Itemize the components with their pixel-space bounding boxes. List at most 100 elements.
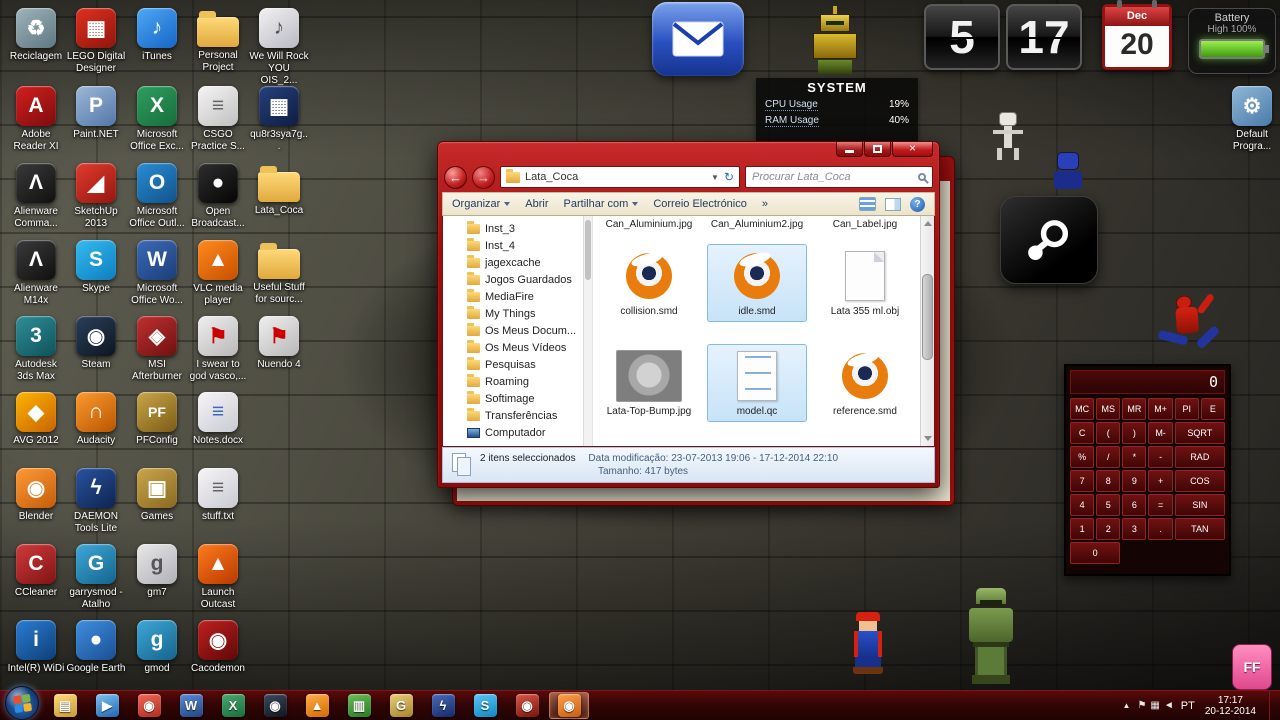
calc-button-0[interactable]: 0 [1070,542,1121,564]
steam-gadget[interactable] [1000,196,1098,284]
desktop-icon-reciclagem[interactable]: ♻ Reciclagem [6,8,66,63]
calc-button-item[interactable]: * [1122,446,1147,468]
desktop-icon-qu8r3sya7g[interactable]: ▦ qu8r3sya7g... [249,86,309,153]
file-collision-smd[interactable]: collision.smd [599,244,699,322]
desktop-icon-nuendo-4[interactable]: ⚑ Nuendo 4 [249,316,309,371]
calc-button-item[interactable]: ) [1122,422,1147,444]
action-center-icon[interactable]: ⚑ [1137,700,1146,711]
sidebar-item-transfer-ncias[interactable]: Transferências [443,407,592,424]
scroll-up-icon[interactable] [924,221,932,226]
calc-button-item[interactable]: - [1148,446,1173,468]
show-hidden-icons-button[interactable]: ▲ [1123,701,1131,710]
taskbar-icon-word[interactable]: W [171,692,211,719]
desktop-icon-google-earth[interactable]: ● Google Earth [66,620,126,675]
desktop-icon-pfconfig[interactable]: PF PFConfig [127,392,187,447]
show-desktop-button[interactable] [1269,690,1280,720]
desktop-icon-default-progra[interactable]: ⚙ Default Progra... [1222,86,1280,153]
desktop-icon-open-broadcast[interactable]: ● Open Broadcast... [188,163,248,230]
calc-button-cos[interactable]: COS [1174,470,1225,492]
desktop-icon-useful-stuff-for-sourc[interactable]: Useful Stuff for sourc... [249,240,309,306]
calc-button-sin[interactable]: SIN [1174,494,1225,516]
calc-button-item[interactable]: ( [1096,422,1121,444]
desktop-icon-skype[interactable]: S Skype [66,240,126,295]
desktop-icon-games[interactable]: ▣ Games [127,468,187,523]
calc-button-6[interactable]: 6 [1122,494,1147,516]
calc-button-ms[interactable]: MS [1096,398,1121,420]
tray-clock[interactable]: 17:17 20-12-2014 [1202,695,1259,717]
address-dropdown-icon[interactable]: ▼ [711,173,719,182]
desktop-icon-garrysmod-atalho[interactable]: Ggarrysmod - Atalho [66,544,126,611]
network-icon[interactable]: ▦ [1150,700,1159,711]
desktop-icon-steam[interactable]: ◉ Steam [66,316,126,371]
address-bar[interactable]: Lata_Coca ▼ ↻ [500,166,740,188]
desktop-icon-microsoft-office-wo[interactable]: W Microsoft Office Wo... [127,240,187,307]
desktop-icon-vlc-media-player[interactable]: ▲ VLC media player [188,240,248,307]
calc-button-8[interactable]: 8 [1096,470,1121,492]
desktop-icon-alienware-comma[interactable]: Λ Alienware Comma... [6,163,66,230]
window-titlebar[interactable]: × [442,142,935,162]
calc-button-sqrt[interactable]: SQRT [1174,422,1225,444]
file-can-label-jpg[interactable]: Can_Label.jpg [815,216,915,242]
calc-button-3[interactable]: 3 [1122,518,1147,540]
calc-button-9[interactable]: 9 [1122,470,1147,492]
calc-button-rad[interactable]: RAD [1174,446,1225,468]
desktop-icon-audacity[interactable]: ∩ Audacity [66,392,126,447]
refresh-icon[interactable]: ↻ [724,170,734,184]
desktop-icon-gmod[interactable]: g gmod [127,620,187,675]
desktop-icon-personal-project[interactable]: Personal Project [188,8,248,74]
calc-button-item[interactable]: % [1070,446,1095,468]
calc-button-item[interactable]: / [1096,446,1121,468]
maximize-button[interactable] [864,142,891,157]
scrollbar-thumb[interactable] [922,274,933,360]
taskbar-icon-chrome[interactable]: ◉ [129,692,169,719]
file-lata-355-ml-obj[interactable]: Lata 355 ml.obj [815,244,915,322]
desktop-icon-alienware-m14x[interactable]: Λ Alienware M14x [6,240,66,307]
file-can-aluminium2-jpg[interactable]: Can_Aluminium2.jpg [707,216,807,242]
desktop-icon-ccleaner[interactable]: C CCleaner [6,544,66,599]
desktop-icon-avg-2012[interactable]: ◆ AVG 2012 [6,392,66,447]
calc-button-pi[interactable]: PI [1174,398,1199,420]
desktop-icon-intel-r-widi[interactable]: i Intel(R) WiDi [6,620,66,675]
calc-button-1[interactable]: 1 [1070,518,1095,540]
organizar-menu[interactable]: Organizar [452,198,511,210]
desktop-icon-notes-docx[interactable]: ≡ Notes.docx [188,392,248,447]
volume-icon[interactable]: ◄ [1164,700,1174,711]
sidebar-scrollbar[interactable] [583,216,592,446]
calc-button-c[interactable]: C [1070,422,1095,444]
calc-button-item[interactable]: . [1148,518,1173,540]
calc-button-5[interactable]: 5 [1096,494,1121,516]
calc-button-7[interactable]: 7 [1070,470,1095,492]
calc-button-mc[interactable]: MC [1070,398,1095,420]
sidebar-item-jogos-guardados[interactable]: Jogos Guardados [443,271,592,288]
taskbar-icon-fraps[interactable]: ▥ [339,692,379,719]
sidebar-item-inst-4[interactable]: Inst_4 [443,237,592,254]
desktop-icon-autodesk-3ds-max[interactable]: 3 Autodesk 3ds Max [6,316,66,383]
desktop-icon-microsoft-office-outl[interactable]: O Microsoft Office Outl... [127,163,187,230]
sidebar-item-my-things[interactable]: My Things [443,305,592,322]
taskbar-icon-windows-media-player[interactable]: ▶ [87,692,127,719]
toolbar-overflow-button[interactable]: » [762,198,768,210]
close-button[interactable]: × [892,142,933,157]
desktop-icon-blender[interactable]: ◉ Blender [6,468,66,523]
calc-button-2[interactable]: 2 [1096,518,1121,540]
minimize-button[interactable] [836,142,863,157]
desktop-icon-itunes[interactable]: ♪ iTunes [127,8,187,63]
taskbar-icon-excel[interactable]: X [213,692,253,719]
calc-button-e[interactable]: E [1200,398,1225,420]
file-reference-smd[interactable]: reference.smd [815,344,915,422]
desktop-icon-stuff-txt[interactable]: ≡ stuff.txt [188,468,248,523]
desktop-icon-lego-digital-designer[interactable]: ▦ LEGO Digital Designer [66,8,126,75]
sidebar-item-inst-3[interactable]: Inst_3 [443,220,592,237]
sidebar-item-mediafire[interactable]: MediaFire [443,288,592,305]
back-button[interactable]: ← [444,165,467,189]
calc-button-m[interactable]: M+ [1148,398,1173,420]
help-button[interactable]: ? [910,196,925,212]
calc-button-tan[interactable]: TAN [1174,518,1225,540]
file-list-scrollbar[interactable] [920,216,934,446]
change-view-button[interactable] [859,197,876,211]
mail-app-icon[interactable] [652,2,744,76]
calc-button-mr[interactable]: MR [1122,398,1147,420]
desktop-icon-lata-coca[interactable]: Lata_Coca [249,163,309,217]
desktop-icon-sketchup-2013[interactable]: ◢ SketchUp 2013 [66,163,126,230]
file-can-aluminium-jpg[interactable]: Can_Aluminium.jpg [599,216,699,242]
